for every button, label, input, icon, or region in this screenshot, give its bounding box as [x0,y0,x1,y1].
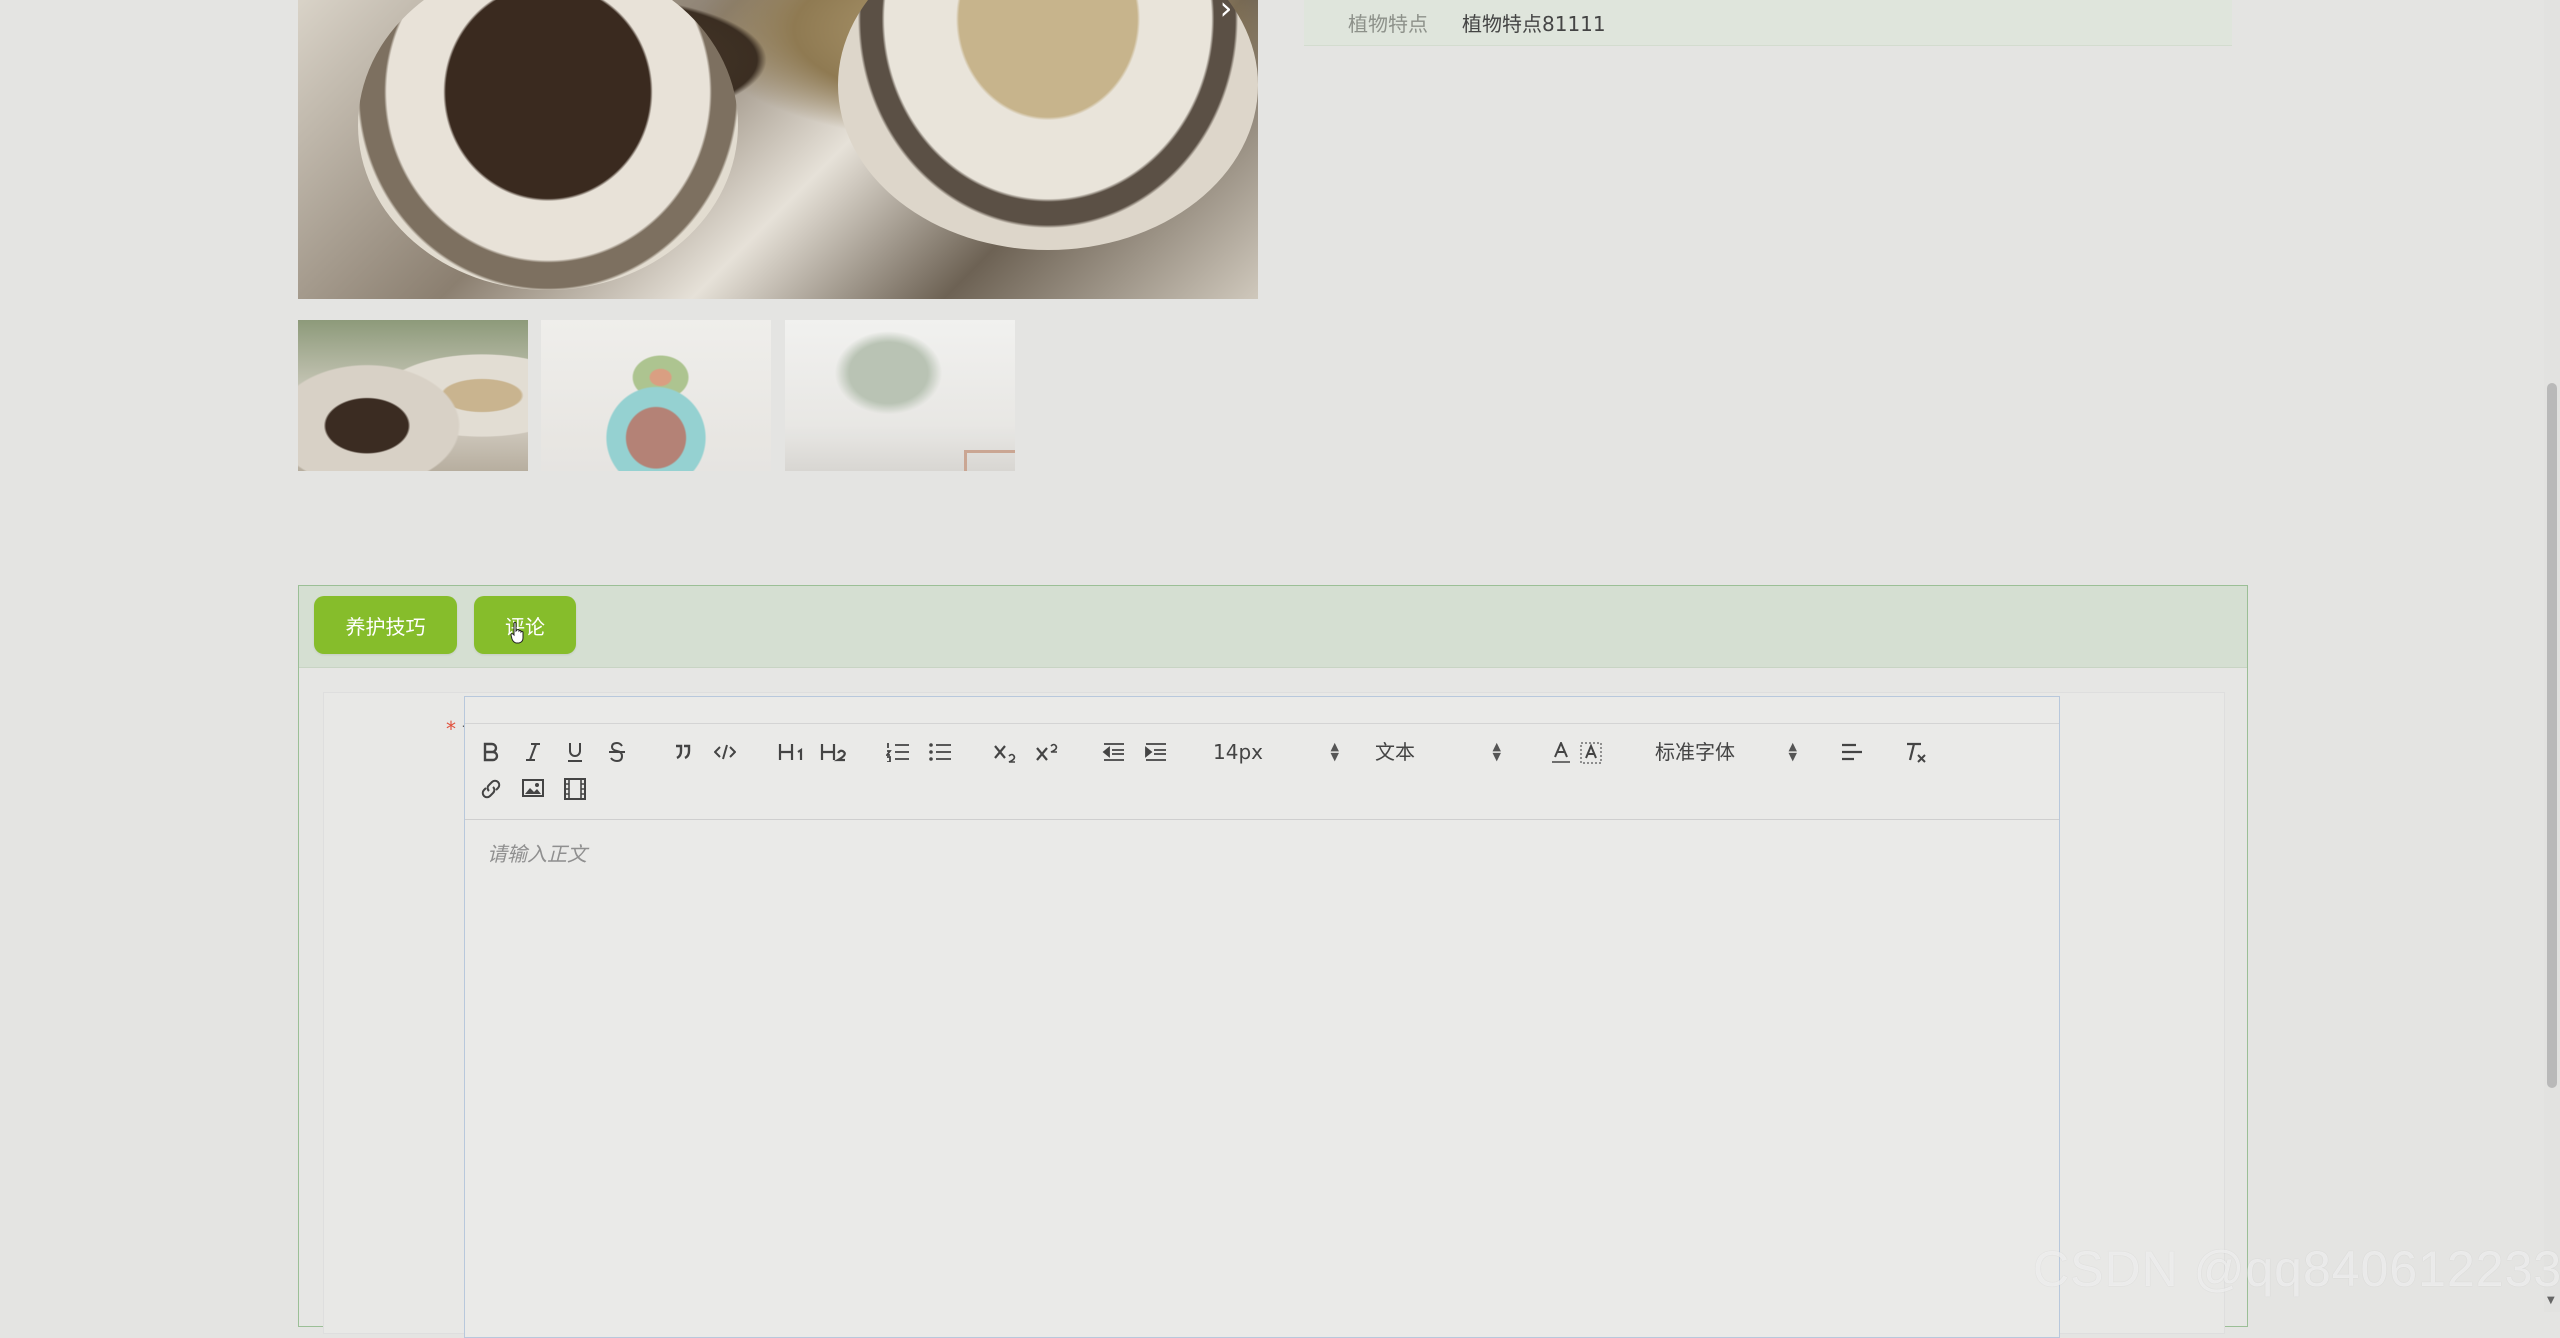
indent-icon[interactable] [1143,737,1169,767]
text-color-icon[interactable] [1549,737,1573,767]
product-main-image: › [298,0,1258,299]
code-icon[interactable] [713,737,737,767]
bold-icon[interactable] [479,737,503,767]
heading1-icon[interactable] [777,737,807,767]
chevron-right-icon[interactable]: › [1212,0,1240,24]
rich-text-editor: 14px ▲ ▼ 文本 ▲ ▼ 标准字体 ▲ ▼ 请输入正文 [464,696,2060,1338]
italic-icon[interactable] [521,737,545,767]
bullet-list-icon[interactable] [927,737,953,767]
font-family-select[interactable]: 标准字体 ▲ ▼ [1655,737,1797,767]
clear-format-icon[interactable] [1903,737,1929,767]
editor-toolbar: 14px ▲ ▼ 文本 ▲ ▼ 标准字体 ▲ ▼ [465,724,2059,820]
select-caret-icon: ▲ ▼ [1492,740,1501,763]
font-size-select[interactable]: 14px ▲ ▼ [1213,737,1339,767]
picture-frame [964,450,1015,471]
block-type-value: 文本 [1375,740,1415,764]
video-icon[interactable] [563,773,587,803]
scrollbar-thumb[interactable] [2547,383,2557,1088]
outdent-icon[interactable] [1101,737,1127,767]
page-scrollbar[interactable]: ▼ [2544,0,2560,1312]
block-type-select[interactable]: 文本 ▲ ▼ [1375,737,1501,767]
pot-image-left [358,0,738,290]
required-mark: * [446,717,456,741]
image-icon[interactable] [521,773,545,803]
plant-feature-label: 植物特点 [1348,12,1428,36]
comment-form: *评论 14px▲▼ 文本▲▼ [323,692,2225,1338]
select-caret-icon: ▲ ▼ [1788,740,1797,763]
superscript-icon[interactable] [1035,737,1061,767]
tab-care-tips[interactable]: 养护技巧 [314,596,457,654]
editor-placeholder: 请输入正文 [487,842,587,866]
heading2-icon[interactable] [819,737,849,767]
hand-cursor-icon [510,622,524,644]
underline-icon[interactable] [563,737,587,767]
editor-top-border [465,697,2059,724]
subscript-icon[interactable] [993,737,1019,767]
align-icon[interactable] [1839,737,1865,767]
plant-feature-row: 植物特点 植物特点81111 [1304,0,2232,46]
background-color-icon[interactable] [1579,737,1603,767]
font-family-value: 标准字体 [1655,740,1735,764]
tab-bar: 养护技巧 评论 [299,586,2247,668]
csdn-watermark: CSDN @qq840612233 [2033,1241,2560,1297]
select-caret-icon: ▲ ▼ [1330,740,1339,763]
thumbnail-3[interactable] [785,320,1015,471]
ordered-list-icon[interactable] [885,737,911,767]
strikethrough-icon[interactable] [605,737,629,767]
tab-comments[interactable]: 评论 [474,596,576,654]
detail-tabs-panel: 养护技巧 评论 * 评论 [298,585,2248,1338]
thumbnail-2[interactable] [541,320,771,471]
font-size-value: 14px [1213,740,1263,764]
editor-body[interactable]: 请输入正文 [465,820,2059,1320]
pot-image-right [838,0,1258,250]
link-icon[interactable] [479,773,503,803]
thumbnail-1[interactable] [298,320,528,471]
blockquote-icon[interactable] [671,737,695,767]
plant-feature-value: 植物特点81111 [1462,12,1606,36]
